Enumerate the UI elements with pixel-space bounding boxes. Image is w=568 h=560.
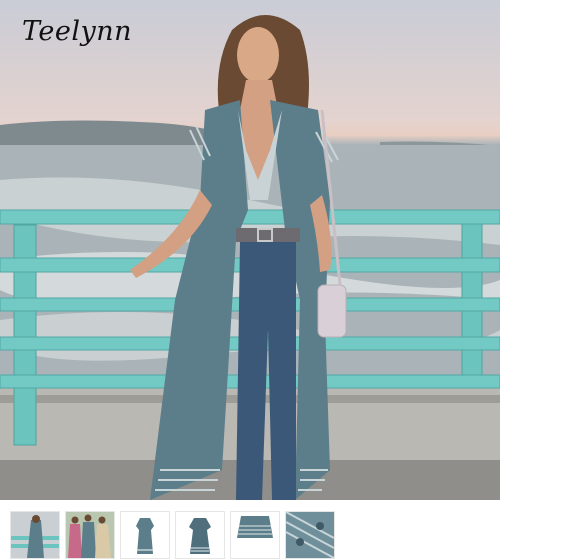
thumb-hem-detail-icon	[231, 512, 279, 558]
thumbnail-2[interactable]	[65, 511, 115, 559]
thumbnail-6[interactable]	[285, 511, 335, 559]
thumb-group-photo-icon	[66, 512, 114, 558]
thumb-dress-front-icon	[121, 512, 169, 558]
thumbnail-strip	[0, 508, 568, 560]
thumbnail-4[interactable]	[175, 511, 225, 559]
hero-photo-illustration	[0, 15, 500, 500]
hero-image: Teelynn	[0, 0, 500, 500]
thumb-pier-photo-icon	[11, 512, 59, 558]
thumbnail-3[interactable]	[120, 511, 170, 559]
thumbnail-1[interactable]	[10, 511, 60, 559]
thumb-dress-back-icon	[176, 512, 224, 558]
thumbnail-5[interactable]	[230, 511, 280, 559]
thumb-fabric-detail-icon	[286, 512, 334, 558]
brand-logo: Teelynn	[22, 16, 133, 47]
